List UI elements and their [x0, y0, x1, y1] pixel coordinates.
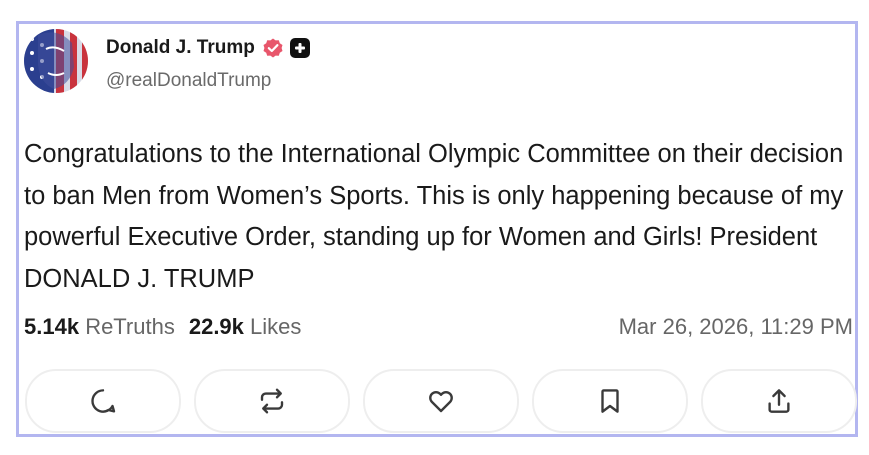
avatar-image — [24, 29, 88, 93]
avatar[interactable] — [24, 29, 88, 93]
verified-badge-icon — [263, 38, 283, 58]
likes-label[interactable]: Likes — [250, 314, 301, 339]
post-card: Donald J. Trump @realDonaldTrump Congrat… — [16, 21, 858, 437]
plus-badge-icon — [289, 38, 310, 58]
retruths-label[interactable]: ReTruths — [85, 314, 175, 339]
likes-count[interactable]: 22.9k — [189, 314, 244, 339]
share-icon — [768, 389, 790, 413]
bookmark-button[interactable] — [532, 369, 688, 433]
bookmark-icon — [601, 389, 619, 413]
retruths-count[interactable]: 5.14k — [24, 314, 79, 339]
retruth-button[interactable] — [194, 369, 350, 433]
post-stats: 5.14k ReTruths 22.9k Likes — [24, 314, 301, 340]
author-display-name[interactable]: Donald J. Trump — [106, 37, 255, 59]
share-button[interactable] — [701, 369, 857, 433]
like-icon — [429, 390, 453, 413]
post-text: Congratulations to the International Oly… — [24, 140, 844, 293]
reply-button[interactable] — [25, 369, 181, 433]
retruth-icon — [260, 388, 284, 414]
action-bar — [22, 369, 857, 433]
like-button[interactable] — [363, 369, 519, 433]
author-handle[interactable]: @realDonaldTrump — [106, 70, 271, 92]
post-timestamp[interactable]: Mar 26, 2026, 11:29 PM — [619, 314, 853, 340]
author-row: Donald J. Trump — [106, 36, 310, 60]
reply-icon — [91, 389, 116, 413]
